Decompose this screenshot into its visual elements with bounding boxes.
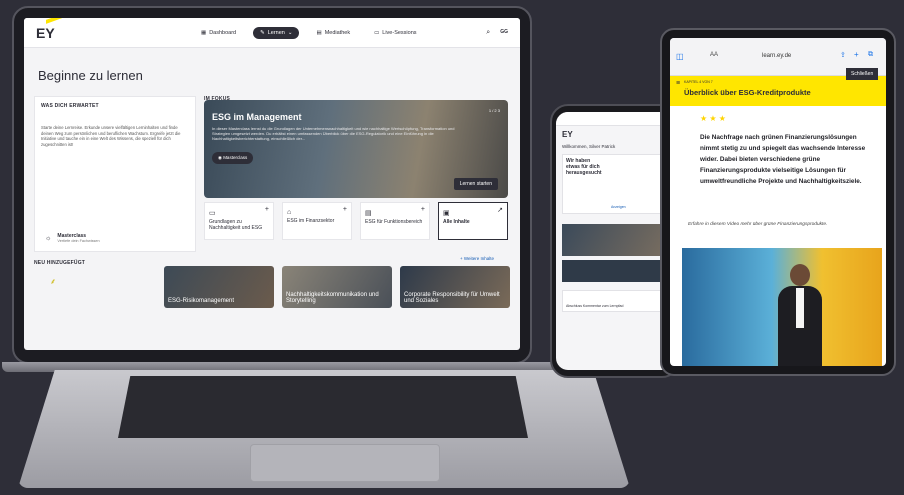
presenter	[770, 260, 830, 366]
share-icon[interactable]: ⇪	[840, 51, 846, 59]
media-icon: ▤	[316, 29, 322, 36]
tile-finanzsektor[interactable]: ⌂ ESG im Finanzsektor +	[282, 202, 352, 240]
phone-screen: EY Willkommen, Silver Patrick Wir haben …	[556, 112, 674, 370]
video-caption: Erfahre in diesem Video mehr über grüne …	[688, 222, 828, 227]
hero-pager[interactable]: 1 / 2 3	[489, 108, 500, 113]
briefcase-icon: ▤	[365, 210, 372, 217]
lesson-body: Die Nachfrage nach grünen Finanzierungsl…	[700, 134, 866, 185]
menu-icon[interactable]: ≡	[676, 80, 680, 87]
plus-icon: +	[264, 206, 269, 213]
top-navigation: EY ▦ Dashboard ✎ Lernen ⌄ ▤ Mediathek ▭ Live-…	[24, 18, 520, 48]
chapter-header: ≡ KAPITEL 4 VON 7 Überblick über ESG-Kre…	[670, 76, 886, 106]
rating-stars: ★ ★ ★	[700, 114, 726, 123]
text-size-icon[interactable]: AA	[710, 52, 718, 58]
expect-card: WAS DICH ERWARTET Starte deine Lernreise…	[34, 96, 196, 252]
dashboard-icon: ▦	[201, 29, 207, 36]
hero-title: ESG im Management	[212, 112, 302, 122]
hero-banner[interactable]: ESG im Management In dieser Masterclass …	[204, 100, 508, 198]
lesson-video[interactable]	[682, 248, 882, 366]
expect-text: Starte deine Lernreise. Erkunde unsere v…	[41, 125, 181, 147]
folder-icon: ▣	[443, 210, 450, 217]
new-label: NEU HINZUGEFÜGT	[34, 260, 86, 266]
course-card-risk[interactable]: ESG-Risikomanagement	[164, 266, 274, 308]
chapter-title: Überblick über ESG-Kreditprodukte	[684, 88, 811, 97]
nav-dashboard[interactable]: ▦ Dashboard	[194, 27, 243, 39]
start-learning-button[interactable]: Lernen starten	[453, 178, 498, 190]
expect-label: WAS DICH ERWARTET	[41, 103, 99, 109]
tabs-icon[interactable]: ⧉	[868, 51, 873, 59]
phone-content-thumb[interactable]	[562, 260, 668, 282]
sidebar-icon[interactable]: ◫	[676, 52, 684, 61]
masterclass-badge: ◉ Masterclass	[212, 152, 254, 164]
user-avatar[interactable]: GG	[500, 29, 508, 37]
tablet-url[interactable]: learn.ey.de	[762, 53, 791, 59]
phone-card-title: Wir haben etwas für dich herausgesucht	[566, 158, 602, 176]
bank-icon: ⌂	[287, 209, 292, 216]
nav-mediathek[interactable]: ▤ Mediathek	[309, 27, 357, 39]
plus-icon: +	[342, 206, 347, 213]
nav-live-sessions[interactable]: ▭ Live-Sessions	[367, 27, 423, 39]
tablet-screen: ◫ AA learn.ey.de ⇪ + ⧉ Schließen ≡ KAPIT…	[670, 38, 886, 366]
leaf-icon: ⸙	[50, 277, 56, 286]
course-card-responsibility[interactable]: Corporate Responsibility für Umwelt und …	[400, 266, 510, 308]
tile-funktionsbereich[interactable]: ▤ ESG für Funktionsbereich +	[360, 202, 430, 240]
phone-footer-card: Abschluss Kommentar zum Lernpfad	[562, 290, 668, 312]
phone-card-action[interactable]: Anzeigen	[611, 205, 626, 209]
masterclass-sub: Vertiefe dein Fachwissen	[57, 239, 100, 243]
tile-alle-inhalte[interactable]: ▣ Alle Inhalte ↗	[438, 202, 508, 240]
trackpad	[250, 444, 440, 482]
phone-suggestion-card[interactable]: Wir haben etwas für dich herausgesucht A…	[562, 154, 668, 214]
phone-ey-logo[interactable]: EY	[562, 130, 573, 139]
new-tab-icon[interactable]: +	[854, 50, 859, 59]
phone-welcome: Willkommen, Silver Patrick	[562, 144, 616, 149]
chapter-label: KAPITEL 4 VON 7	[684, 80, 713, 84]
search-icon[interactable]: ⌕	[486, 29, 490, 37]
chevron-down-icon: ⌄	[287, 29, 293, 36]
document-icon: ▭	[209, 210, 216, 217]
close-button[interactable]: Schließen	[846, 68, 879, 80]
nav-lernen[interactable]: ✎ Lernen ⌄	[253, 26, 300, 39]
laptop-screen: EY ▦ Dashboard ✎ Lernen ⌄ ▤ Mediathek ▭ Live-…	[24, 18, 520, 350]
masterclass-link[interactable]: ☼ Masterclass Vertiefe dein Fachwissen	[45, 233, 100, 243]
phone-url-bar	[556, 112, 674, 126]
learn-icon: ✎	[260, 29, 265, 36]
page-title: Beginne zu lernen	[38, 68, 143, 83]
phone-video-thumb[interactable]	[562, 224, 668, 256]
keyboard	[118, 376, 528, 438]
lightbulb-icon: ☼	[45, 234, 52, 242]
tile-grundlagen[interactable]: ▭ Grundlagen zu Nachhaltigkeit und ESG +	[204, 202, 274, 240]
monitor-icon: ▭	[374, 29, 380, 36]
ey-logo[interactable]: EY	[36, 25, 64, 41]
more-content-link[interactable]: + Weitere Inhalte	[460, 256, 494, 261]
hero-text: In dieser Masterclass lernst du die Grun…	[212, 126, 455, 141]
course-card-communication[interactable]: Nachhaltigkeitskommunikation und Storyte…	[282, 266, 392, 308]
arrow-up-right-icon: ↗	[497, 207, 503, 214]
plus-icon: +	[420, 206, 425, 213]
